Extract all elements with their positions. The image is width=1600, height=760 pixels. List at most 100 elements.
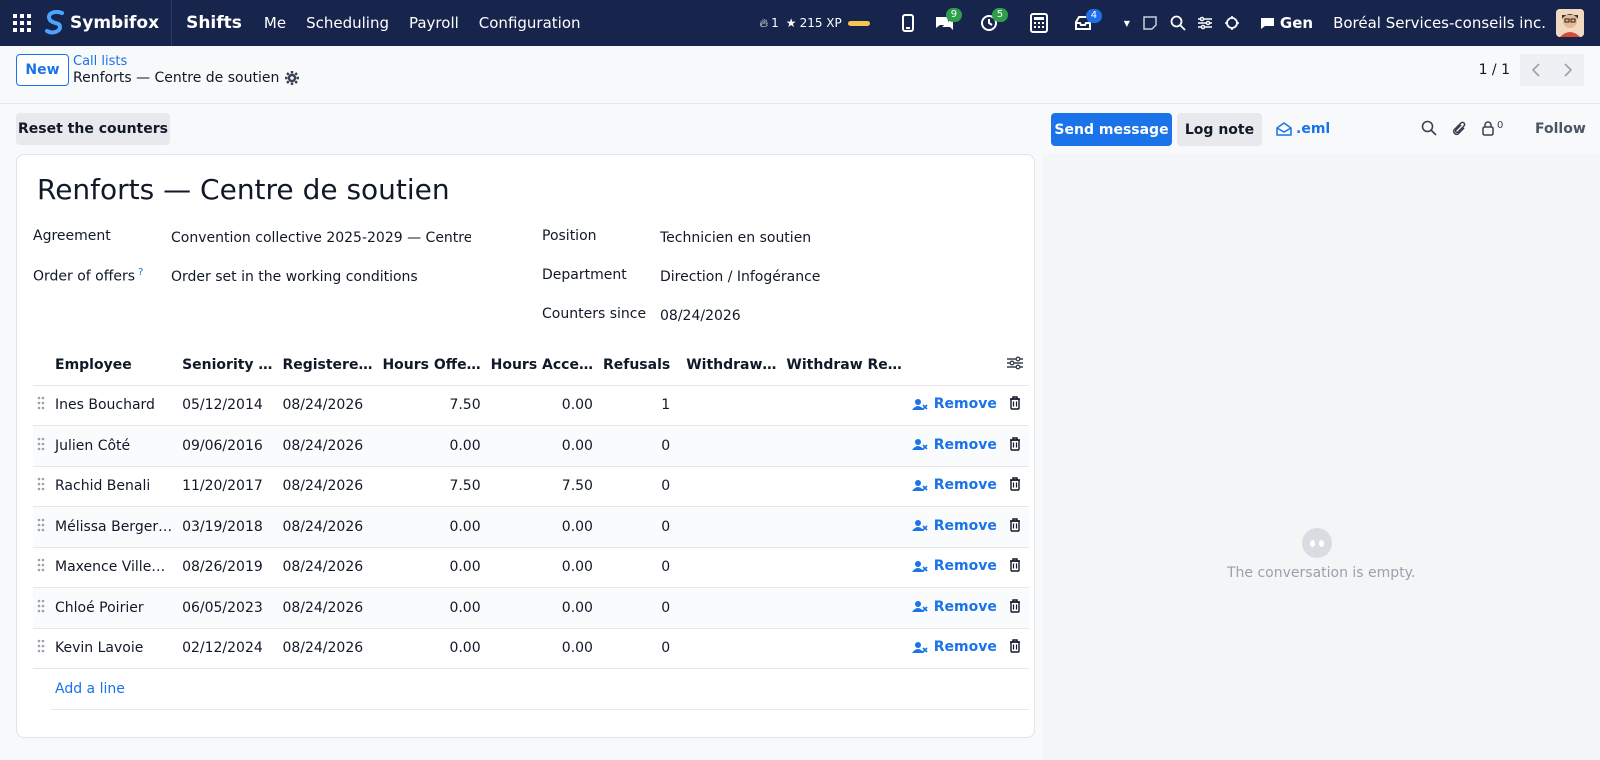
- remove-button[interactable]: Remove: [911, 639, 997, 655]
- cell-seniority[interactable]: 11/20/2017: [178, 465, 279, 507]
- menu-payroll[interactable]: Payroll: [409, 14, 459, 32]
- order-of-offers-field[interactable]: Order set in the working conditions: [171, 269, 418, 285]
- gamification-status[interactable]: 🔥︎ 1 ★ 215 XP: [759, 16, 870, 31]
- cell-registered[interactable]: 08/24/2026: [278, 384, 379, 426]
- drag-handle-icon[interactable]: [33, 425, 51, 466]
- department-field[interactable]: Direction / Infogérance: [660, 269, 820, 285]
- remove-button[interactable]: Remove: [911, 599, 997, 615]
- trash-icon[interactable]: [1002, 465, 1029, 507]
- menu-me[interactable]: Me: [264, 14, 286, 32]
- cell-hours-accepted[interactable]: 0.00: [486, 627, 599, 669]
- drag-handle-icon[interactable]: [33, 506, 51, 547]
- help-tooltip-icon[interactable]: ?: [138, 267, 143, 278]
- table-row[interactable]: Chloé Poirier 06/05/2023 08/24/2026 0.00 0.0…: [33, 587, 1029, 628]
- trash-icon[interactable]: [1002, 506, 1029, 547]
- cell-hours-accepted[interactable]: 0.00: [486, 506, 599, 547]
- cell-hours-accepted[interactable]: 0.00: [486, 384, 599, 426]
- table-row[interactable]: Julien Côté 09/06/2016 08/24/2026 0.00 0.00 0…: [33, 425, 1029, 466]
- cell-registered[interactable]: 08/24/2026: [278, 546, 379, 588]
- cell-withdraw[interactable]: [676, 425, 783, 466]
- gen-button[interactable]: Gen: [1260, 14, 1313, 32]
- cell-hours-offered[interactable]: 7.50: [378, 384, 487, 426]
- remove-button[interactable]: Remove: [911, 477, 997, 493]
- brand-logo[interactable]: Symbifox: [44, 0, 173, 46]
- note-icon[interactable]: [1142, 15, 1158, 31]
- chatter-search-icon[interactable]: [1421, 120, 1437, 140]
- table-row[interactable]: Mélissa Berger… 03/19/2018 08/24/2026 0.00 0…: [33, 506, 1029, 547]
- cell-seniority[interactable]: 06/05/2023: [178, 587, 279, 628]
- app-switcher-icon[interactable]: [0, 0, 44, 46]
- table-row[interactable]: Rachid Benali 11/20/2017 08/24/2026 7.50 7.5…: [33, 465, 1029, 507]
- cell-withdraw-reason[interactable]: [782, 506, 908, 547]
- cell-withdraw-reason[interactable]: [782, 627, 908, 669]
- position-field[interactable]: Technicien en soutien: [660, 230, 811, 246]
- cell-withdraw[interactable]: [676, 506, 783, 547]
- gear-icon[interactable]: [285, 71, 300, 85]
- search-icon[interactable]: [1170, 15, 1186, 31]
- cell-refusals[interactable]: 0: [598, 546, 677, 588]
- cell-seniority[interactable]: 09/06/2016: [178, 425, 279, 466]
- cell-employee[interactable]: Julien Côté: [51, 425, 179, 466]
- attachment-icon[interactable]: [1452, 120, 1468, 142]
- cell-registered[interactable]: 08/24/2026: [278, 425, 379, 466]
- cell-hours-offered[interactable]: 0.00: [378, 425, 487, 466]
- cell-employee[interactable]: Maxence Ville…: [51, 546, 179, 588]
- new-button[interactable]: New: [16, 54, 69, 86]
- table-row[interactable]: Ines Bouchard 05/12/2014 08/24/2026 7.50 0.0…: [33, 384, 1029, 426]
- cell-hours-offered[interactable]: 0.00: [378, 506, 487, 547]
- column-employee[interactable]: Employee: [51, 345, 178, 385]
- trash-icon[interactable]: [1002, 546, 1029, 588]
- cell-seniority[interactable]: 03/19/2018: [178, 506, 279, 547]
- mobile-icon[interactable]: [901, 14, 914, 32]
- cell-withdraw[interactable]: [676, 627, 783, 669]
- cell-employee[interactable]: Kevin Lavoie: [51, 627, 179, 669]
- cell-withdraw[interactable]: [676, 384, 783, 426]
- cell-employee[interactable]: Ines Bouchard: [51, 384, 179, 426]
- counters-since-field[interactable]: 08/24/2026: [660, 308, 741, 324]
- sliders-icon[interactable]: [1197, 16, 1212, 30]
- table-row[interactable]: Kevin Lavoie 02/12/2024 08/24/2026 0.00 0.00…: [33, 627, 1029, 669]
- drag-handle-icon[interactable]: [33, 384, 51, 426]
- cell-withdraw-reason[interactable]: [782, 384, 908, 426]
- cell-refusals[interactable]: 1: [598, 384, 677, 426]
- drag-handle-icon[interactable]: [33, 587, 51, 628]
- cell-withdraw[interactable]: [676, 546, 783, 588]
- cell-refusals[interactable]: 0: [598, 627, 677, 669]
- activity-clock-icon[interactable]: 5: [980, 8, 1009, 32]
- cell-registered[interactable]: 08/24/2026: [278, 627, 379, 669]
- cell-hours-accepted[interactable]: 0.00: [486, 425, 599, 466]
- caret-down-icon[interactable]: ▼: [1124, 19, 1130, 28]
- add-line-link[interactable]: Add a line: [55, 681, 125, 697]
- record-title[interactable]: Renforts — Centre de soutien: [37, 173, 450, 206]
- trash-icon[interactable]: [1002, 425, 1029, 466]
- trash-icon[interactable]: [1002, 587, 1029, 628]
- inbox-icon[interactable]: 4: [1074, 9, 1103, 31]
- drag-handle-icon[interactable]: [33, 546, 51, 588]
- cell-refusals[interactable]: 0: [598, 587, 677, 628]
- cell-refusals[interactable]: 0: [598, 506, 677, 547]
- remove-button[interactable]: Remove: [911, 396, 997, 412]
- trash-icon[interactable]: [1002, 384, 1029, 426]
- app-name[interactable]: Shifts: [186, 13, 242, 33]
- cell-withdraw-reason[interactable]: [782, 546, 908, 588]
- cell-withdraw-reason[interactable]: [782, 425, 908, 466]
- cell-employee[interactable]: Rachid Benali: [51, 465, 179, 507]
- column-hours-accepted[interactable]: Hours Acce…: [487, 345, 599, 385]
- cell-withdraw[interactable]: [676, 587, 783, 628]
- cell-hours-offered[interactable]: 0.00: [378, 627, 487, 669]
- cell-seniority[interactable]: 05/12/2014: [178, 384, 279, 426]
- cell-withdraw-reason[interactable]: [782, 465, 908, 507]
- pager-previous-icon[interactable]: [1520, 54, 1552, 86]
- cell-hours-offered[interactable]: 0.00: [378, 587, 487, 628]
- menu-configuration[interactable]: Configuration: [479, 14, 581, 32]
- column-hours-offered[interactable]: Hours Offe…: [378, 345, 486, 385]
- cell-employee[interactable]: Mélissa Berger…: [51, 506, 179, 547]
- breadcrumb-parent[interactable]: Call lists: [73, 54, 127, 69]
- cell-hours-accepted[interactable]: 0.00: [486, 546, 599, 588]
- cell-refusals[interactable]: 0: [598, 465, 677, 507]
- send-message-button[interactable]: Send message: [1051, 113, 1172, 146]
- cell-withdraw-reason[interactable]: [782, 587, 908, 628]
- cell-hours-offered[interactable]: 7.50: [378, 465, 487, 507]
- cell-seniority[interactable]: 08/26/2019: [178, 546, 279, 588]
- cell-hours-accepted[interactable]: 7.50: [486, 465, 599, 507]
